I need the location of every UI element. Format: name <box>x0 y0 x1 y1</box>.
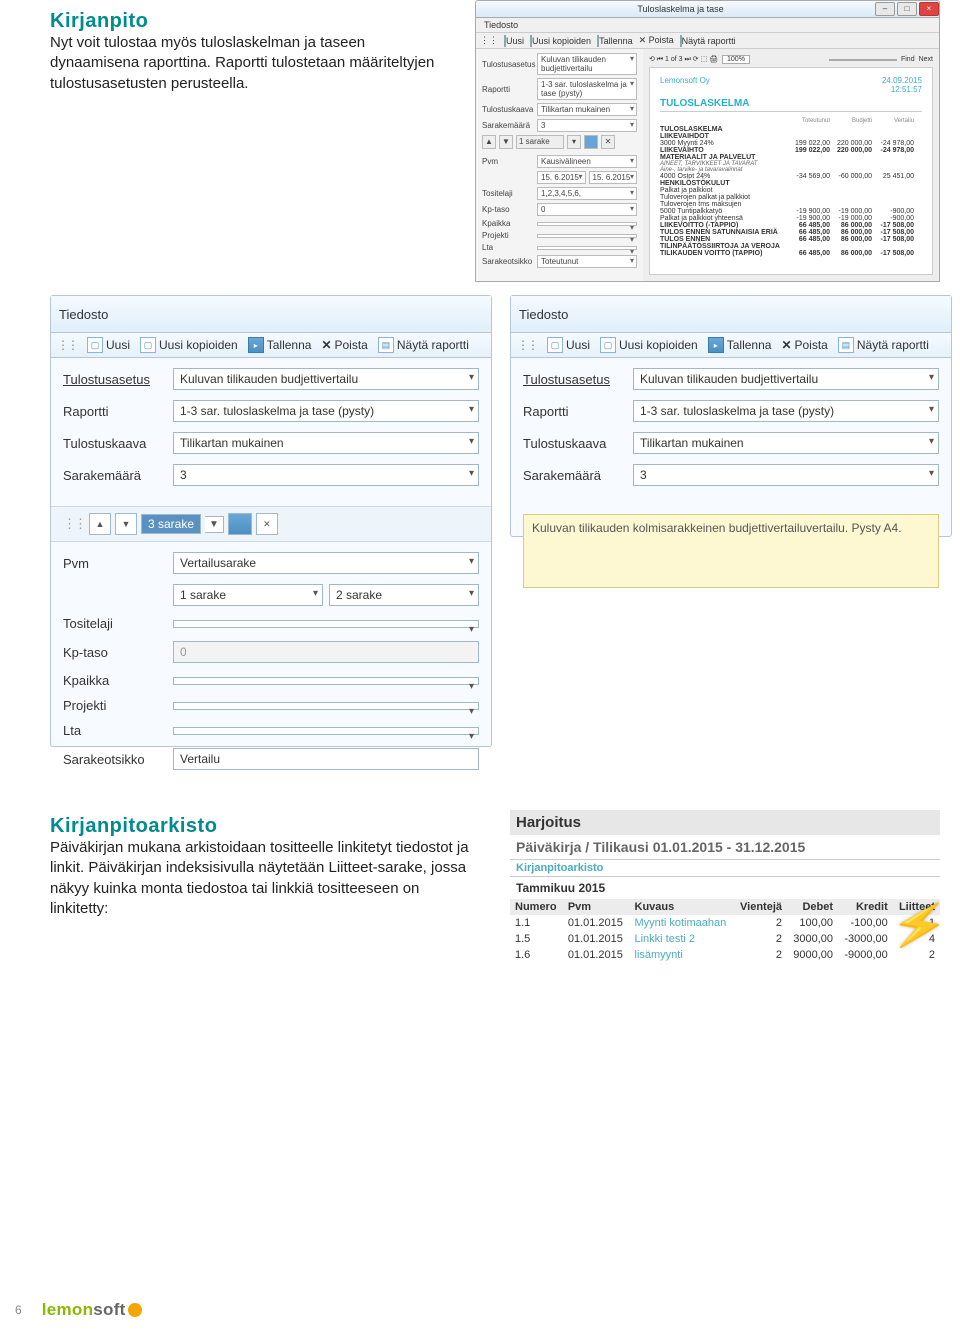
description-note[interactable]: Kuluvan tilikauden kolmisarakkeinen budj… <box>523 514 939 588</box>
toolbar-uusi[interactable]: Uusi <box>504 36 524 46</box>
intro-block: Kirjanpito Nyt voit tulostaa myös tulosl… <box>50 10 455 94</box>
toolbar-tallenna[interactable]: Tallenna <box>597 36 633 46</box>
toolbar-poista[interactable]: ✕Poista <box>321 338 367 352</box>
toolbar-uusi-kopioiden[interactable]: ▢Uusi kopioiden <box>600 337 698 353</box>
arkisto-paragraph: Päiväkirjan mukana arkistoidaan tosittee… <box>50 838 480 919</box>
toolbar-uusi-kopioiden[interactable]: Uusi kopioiden <box>530 36 591 46</box>
spin-down-icon: ▼ <box>115 513 137 535</box>
mini-toolbar[interactable]: ▲▼ 1 sarake ▾✕ <box>482 135 637 149</box>
arkisto-block: Kirjanpitoarkisto Päiväkirjan mukana ark… <box>50 815 480 919</box>
window-title: Tuloslaskelma ja tase <box>488 4 873 14</box>
report-preview: ⟲ ⏮ 1 of 3 ⏭ ⟳ ⬚ 🖨 100% Find Next Lemons… <box>643 49 939 281</box>
input-lta[interactable]: ▾ <box>173 727 479 735</box>
table-row[interactable]: 1.601.01.2015lisämyynti29000,00-9000,002 <box>510 947 940 963</box>
toolbar-nayta-raportti[interactable]: ▤Näytä raportti <box>378 337 469 353</box>
toolbar-poista[interactable]: ✕Poista <box>781 338 827 352</box>
settings-panel-right: Tiedosto ⋮⋮ ▢Uusi ▢Uusi kopioiden Tallen… <box>510 295 952 537</box>
spin-up-icon: ▲ <box>89 513 111 535</box>
close-icon: × <box>919 2 939 16</box>
report-title: TULOSLASKELMA <box>660 98 922 112</box>
menu-tiedosto[interactable]: Tiedosto <box>519 307 568 322</box>
maximize-icon: □ <box>897 2 917 16</box>
window-title-bar[interactable]: Tuloslaskelma ja tase –□× <box>476 1 939 18</box>
harjoitus-month: Tammikuu 2015 <box>510 877 940 899</box>
input-sar2[interactable]: 2 sarake▾ <box>329 584 479 606</box>
input-tulostusasetus[interactable]: Kuluvan tilikauden budjettivertailu▾ <box>173 368 479 390</box>
page-number: 6 <box>15 1303 22 1317</box>
toolbar-nayta-raportti[interactable]: ▤Näytä raportti <box>838 337 929 353</box>
section-heading-kirjanpito: Kirjanpito <box>50 10 455 33</box>
input-sarakemaara[interactable]: 3▾ <box>633 464 939 486</box>
delete-icon: ✕ <box>256 513 278 535</box>
window-controls[interactable]: –□× <box>873 2 939 16</box>
section-heading-arkisto: Kirjanpitoarkisto <box>50 815 480 838</box>
toolbar-uusi[interactable]: ▢Uusi <box>547 337 590 353</box>
fld-tulostusasetus[interactable]: Kuluvan tilikauden budjettivertailu <box>537 53 637 75</box>
lemonsoft-logo: lemonsoft <box>42 1300 142 1320</box>
menu-tiedosto[interactable]: Tiedosto <box>59 307 108 322</box>
table-row[interactable]: 1.101.01.2015Myynti kotimaahan2100,00-10… <box>510 915 940 931</box>
column-selector: 3 sarake <box>141 514 201 534</box>
input-tulostuskaava[interactable]: Tilikartan mukainen▾ <box>633 432 939 454</box>
toolbar-poista[interactable]: ✕ Poista <box>639 35 674 46</box>
input-kpaikka[interactable]: ▾ <box>173 677 479 685</box>
report-params-panel: TulostusasetusKuluvan tilikauden budjett… <box>476 49 643 281</box>
harjoitus-subtitle: Päiväkirja / Tilikausi 01.01.2015 - 31.1… <box>510 835 940 859</box>
intro-paragraph: Nyt voit tulostaa myös tuloslaskelman ja… <box>50 33 455 94</box>
input-sarakeotsikko[interactable]: Vertailu <box>173 748 479 770</box>
toolbar-uusi-kopioiden[interactable]: ▢Uusi kopioiden <box>140 337 238 353</box>
input-tulostuskaava[interactable]: Tilikartan mukainen▾ <box>173 432 479 454</box>
input-raportti[interactable]: 1-3 sar. tuloslaskelma ja tase (pysty)▾ <box>633 400 939 422</box>
input-kptaso: 0 <box>173 641 479 663</box>
settings-panel-left: Tiedosto ⋮⋮ ▢Uusi ▢Uusi kopioiden Tallen… <box>50 295 492 747</box>
input-sar1[interactable]: 1 sarake▾ <box>173 584 323 606</box>
minimize-icon: – <box>875 2 895 16</box>
input-pvm[interactable]: Vertailusarake▾ <box>173 552 479 574</box>
highlight-bolt-icon: ⚡ <box>886 893 952 957</box>
toolbar-tallenna[interactable]: Tallenna <box>708 337 772 353</box>
save-icon <box>228 513 252 535</box>
report-window-screenshot: Tuloslaskelma ja tase –□× Tiedosto ⋮⋮ Uu… <box>475 0 940 282</box>
page-footer: 6 lemonsoft <box>15 1300 142 1320</box>
input-tulostusasetus[interactable]: Kuluvan tilikauden budjettivertailu▾ <box>633 368 939 390</box>
input-tositelaji[interactable]: ▾ <box>173 620 479 628</box>
column-spinner-bar[interactable]: ⋮⋮ ▲ ▼ 3 sarake▼ ✕ <box>51 506 491 542</box>
input-sarakemaara[interactable]: 3▾ <box>173 464 479 486</box>
input-projekti[interactable]: ▾ <box>173 702 479 710</box>
fld-raportti[interactable]: 1-3 sar. tuloslaskelma ja tase (pysty) <box>537 78 637 100</box>
input-raportti[interactable]: 1-3 sar. tuloslaskelma ja tase (pysty)▾ <box>173 400 479 422</box>
fld-pvm[interactable]: Kausivälineen <box>537 155 637 168</box>
menu-tiedosto[interactable]: Tiedosto <box>484 20 518 30</box>
fld-tulostuskaava[interactable]: Tilikartan mukainen <box>537 103 637 116</box>
harjoitus-table: NumeroPvmKuvausVientejäDebetKreditLiitte… <box>510 899 940 963</box>
fld-sarakemaara[interactable]: 3 <box>537 119 637 132</box>
toolbar-tallenna[interactable]: Tallenna <box>248 337 312 353</box>
harjoitus-title: Harjoitus <box>510 810 940 835</box>
harjoitus-screenshot: Harjoitus Päiväkirja / Tilikausi 01.01.2… <box>510 810 940 1000</box>
toolbar-uusi[interactable]: ▢Uusi <box>87 337 130 353</box>
harjoitus-arkisto-label: Kirjanpitoarkisto <box>510 859 940 877</box>
table-row[interactable]: 1.501.01.2015Linkki testi 223000,00-3000… <box>510 931 940 947</box>
toolbar-nayta-raportti[interactable]: Näytä raportti <box>680 36 736 46</box>
